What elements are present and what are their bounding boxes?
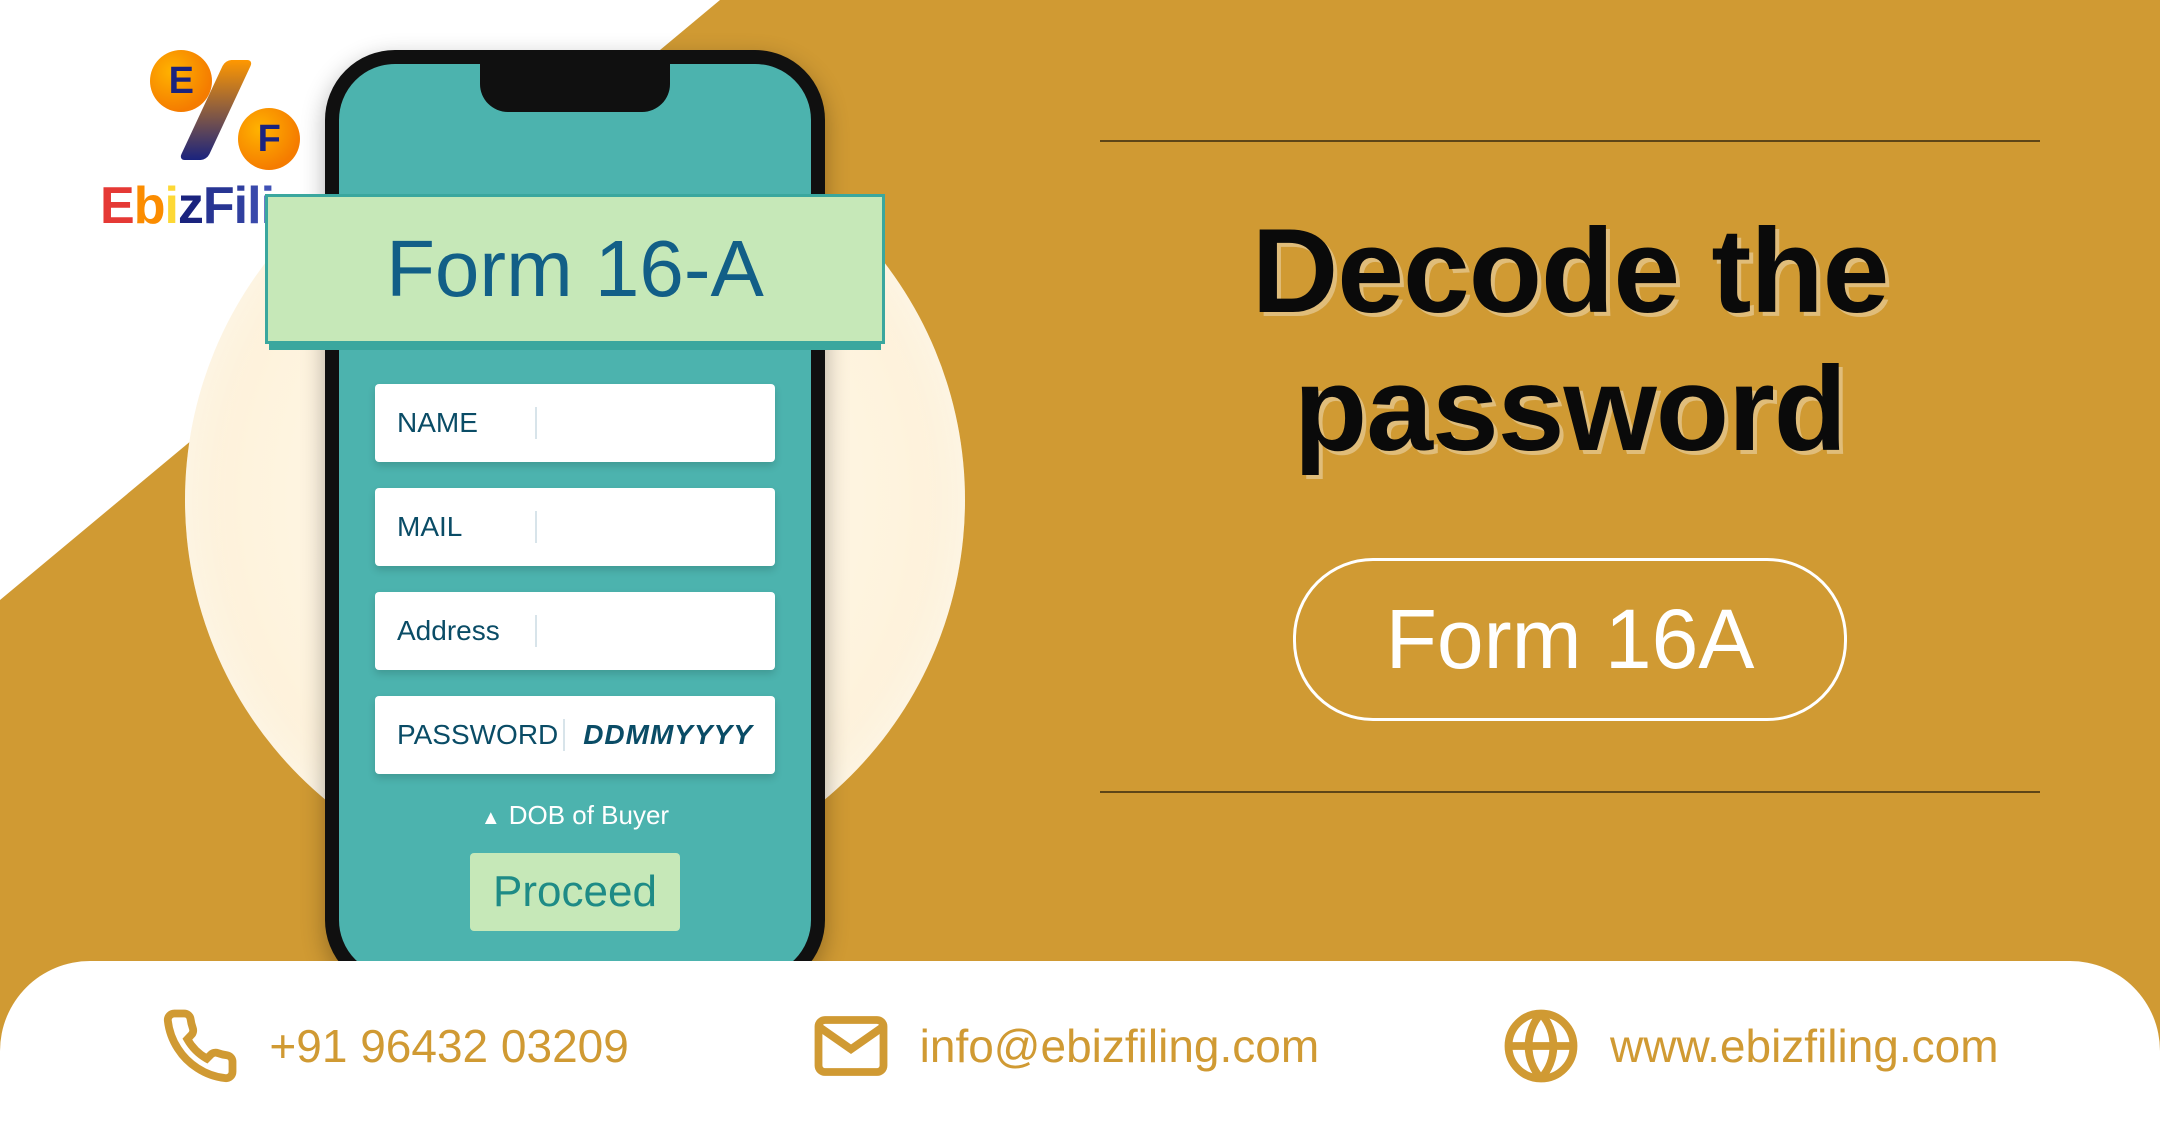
name-field[interactable]: NAME	[375, 384, 775, 462]
divider-bottom	[1100, 791, 2040, 793]
form-banner: Form 16-A	[265, 194, 885, 344]
divider-top	[1100, 140, 2040, 142]
contact-email[interactable]: info@ebizfiling.com	[812, 1007, 1320, 1085]
phone-frame: Form 16-A NAME MAIL Address PASSWORD DDM…	[325, 50, 825, 990]
globe-icon	[1502, 1007, 1580, 1085]
mail-icon	[812, 1007, 890, 1085]
contact-website-text: www.ebizfiling.com	[1610, 1019, 1999, 1073]
form-fields: NAME MAIL Address PASSWORD DDMMYYYY DOB …	[375, 384, 775, 931]
password-field[interactable]: PASSWORD DDMMYYYY	[375, 696, 775, 774]
proceed-button[interactable]: Proceed	[470, 853, 680, 931]
phone-stage: Form 16-A NAME MAIL Address PASSWORD DDM…	[150, 50, 1000, 950]
name-label: NAME	[397, 407, 537, 439]
contact-email-text: info@ebizfiling.com	[920, 1019, 1320, 1073]
phone-notch-icon	[480, 62, 670, 112]
address-field[interactable]: Address	[375, 592, 775, 670]
password-value: DDMMYYYY	[565, 719, 753, 751]
mail-label: MAIL	[397, 511, 537, 543]
mail-field[interactable]: MAIL	[375, 488, 775, 566]
form-pill: Form 16A	[1293, 558, 1848, 721]
address-label: Address	[397, 615, 537, 647]
contact-phone-text: +91 96432 03209	[269, 1019, 628, 1073]
password-label: PASSWORD	[397, 719, 565, 751]
headline-text: Decode the password	[1100, 202, 2040, 478]
phone-icon	[161, 1007, 239, 1085]
dob-hint: DOB of Buyer	[375, 800, 775, 831]
contact-footer: +91 96432 03209 info@ebizfiling.com www.…	[0, 961, 2160, 1131]
contact-phone[interactable]: +91 96432 03209	[161, 1007, 628, 1085]
contact-website[interactable]: www.ebizfiling.com	[1502, 1007, 1999, 1085]
promo-canvas: E F EbizFiling™ Form 16-A NAME MAIL Addr…	[0, 0, 2160, 1131]
headline-block: Decode the password Form 16A	[1100, 140, 2040, 793]
